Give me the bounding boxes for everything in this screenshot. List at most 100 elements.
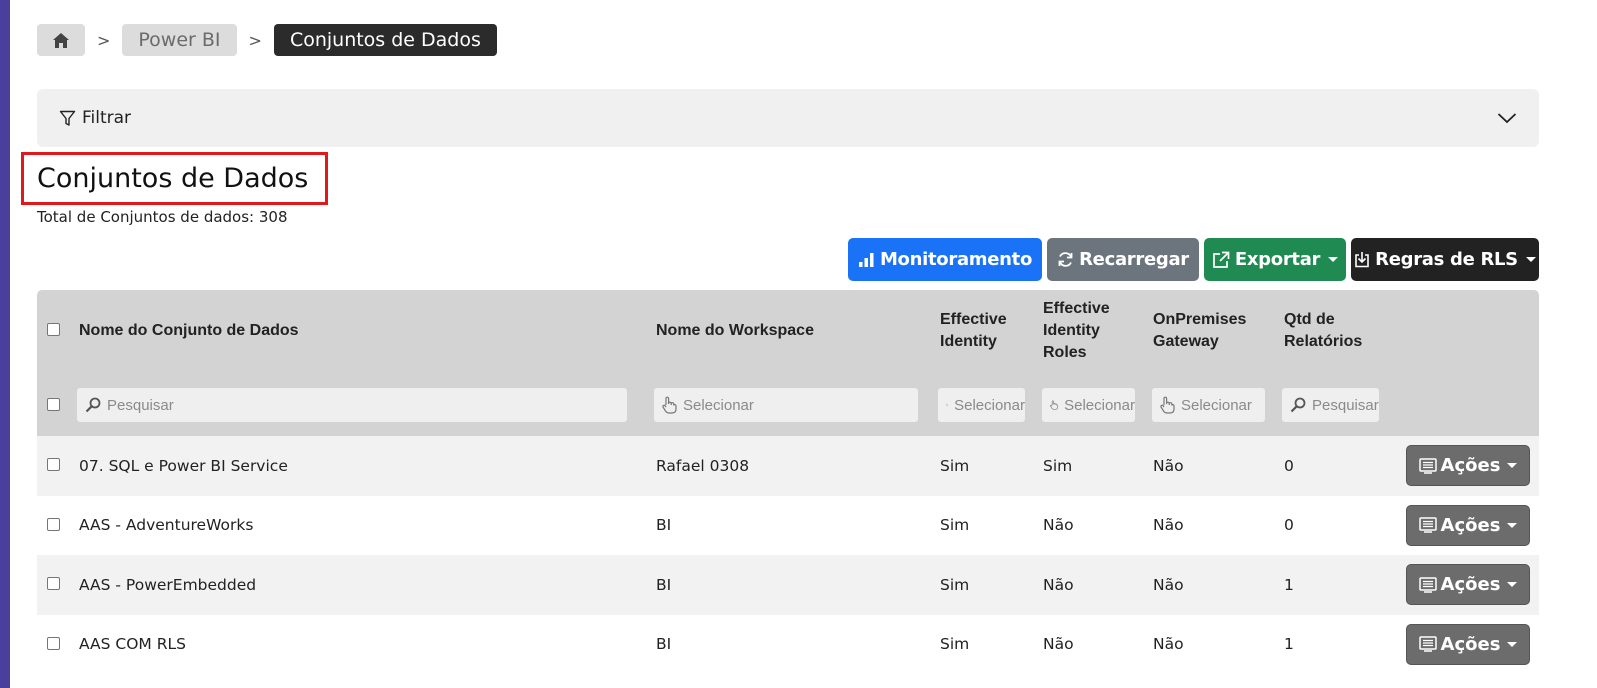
table-row[interactable]: AAS COM RLS BI Sim Não Não 1 Ações bbox=[37, 615, 1539, 675]
cell-effective-identity-roles: Não bbox=[1043, 635, 1074, 654]
caret-down-icon bbox=[1525, 257, 1536, 262]
cell-workspace: BI bbox=[656, 635, 672, 654]
select-eir-placeholder: Selecionar bbox=[1064, 396, 1135, 414]
cell-workspace: BI bbox=[656, 516, 672, 535]
breadcrumb-separator: > bbox=[97, 30, 111, 50]
acoes-label: Ações bbox=[1440, 455, 1501, 476]
header-onpremises-gateway[interactable]: OnPremises Gateway bbox=[1153, 309, 1263, 353]
cell-effective-identity-roles: Sim bbox=[1043, 456, 1073, 475]
recarregar-button[interactable]: Recarregar bbox=[1047, 238, 1199, 281]
cell-effective-identity: Sim bbox=[940, 635, 970, 654]
list-card-icon bbox=[1418, 576, 1437, 593]
cell-onpremises-gateway: Não bbox=[1153, 575, 1184, 594]
select-workspace-placeholder: Selecionar bbox=[683, 396, 754, 414]
select-workspace-input[interactable]: Selecionar bbox=[654, 388, 918, 422]
select-effective-identity-roles-input[interactable]: Selecionar bbox=[1042, 388, 1135, 422]
header-qtd-relatorios[interactable]: Qtd de Relatórios bbox=[1284, 309, 1384, 353]
breadcrumb-separator: > bbox=[248, 30, 262, 50]
breadcrumb-current: Conjuntos de Dados bbox=[273, 24, 497, 56]
recarregar-label: Recarregar bbox=[1079, 249, 1189, 270]
table-body: 07. SQL e Power BI Service Rafael 0308 S… bbox=[37, 436, 1539, 674]
refresh-icon bbox=[1058, 252, 1073, 267]
cell-workspace: Rafael 0308 bbox=[656, 456, 750, 475]
select-ei-placeholder: Selecionar bbox=[954, 396, 1025, 414]
caret-down-icon bbox=[1507, 641, 1518, 647]
regras-rls-label: Regras de RLS bbox=[1375, 249, 1518, 270]
row-checkbox[interactable] bbox=[47, 517, 60, 531]
filter-label: Filtrar bbox=[82, 108, 132, 128]
search-icon bbox=[1290, 397, 1306, 413]
search-icon bbox=[85, 397, 101, 413]
cell-onpremises-gateway: Não bbox=[1153, 635, 1184, 654]
filter-row-checkbox[interactable] bbox=[47, 398, 60, 411]
acoes-button[interactable]: Ações bbox=[1406, 623, 1530, 665]
hand-pointer-icon bbox=[1160, 396, 1175, 414]
acoes-button[interactable]: Ações bbox=[1406, 445, 1530, 486]
filter-panel[interactable]: Filtrar bbox=[37, 89, 1539, 147]
hand-pointer-icon bbox=[662, 396, 677, 414]
cell-nome: AAS - AdventureWorks bbox=[79, 516, 254, 535]
regras-rls-button[interactable]: Regras de RLS bbox=[1351, 238, 1539, 281]
download-icon bbox=[1355, 252, 1369, 268]
cell-qtd-relatorios: 1 bbox=[1284, 575, 1294, 594]
select-onprem-placeholder: Selecionar bbox=[1181, 396, 1252, 414]
external-link-icon bbox=[1213, 251, 1230, 268]
table-row[interactable]: AAS - AdventureWorks BI Sim Não Não 0 Aç… bbox=[37, 496, 1539, 556]
monitoramento-label: Monitoramento bbox=[879, 249, 1033, 270]
header-workspace[interactable]: Nome do Workspace bbox=[656, 320, 814, 342]
page-title: Conjuntos de Dados bbox=[37, 163, 309, 194]
bar-chart-icon bbox=[858, 252, 874, 267]
exportar-button[interactable]: Exportar bbox=[1204, 238, 1346, 281]
header-effective-identity[interactable]: Effective Identity bbox=[940, 309, 1030, 353]
datasets-table: Nome do Conjunto de Dados Nome do Worksp… bbox=[37, 290, 1539, 674]
cell-qtd-relatorios: 0 bbox=[1284, 516, 1294, 535]
exportar-label: Exportar bbox=[1234, 249, 1321, 270]
list-card-icon bbox=[1418, 457, 1437, 474]
cell-nome: 07. SQL e Power BI Service bbox=[79, 456, 288, 475]
cell-effective-identity-roles: Não bbox=[1043, 516, 1074, 535]
select-all-checkbox[interactable] bbox=[47, 323, 60, 336]
select-onpremises-input[interactable]: Selecionar bbox=[1152, 388, 1265, 422]
caret-down-icon bbox=[1507, 522, 1518, 528]
total-count: Total de Conjuntos de dados: 308 bbox=[37, 208, 288, 226]
breadcrumb-power-bi[interactable]: Power BI bbox=[122, 24, 237, 56]
search-nome-input[interactable]: Pesquisar bbox=[77, 388, 627, 422]
acoes-label: Ações bbox=[1440, 574, 1501, 595]
home-icon bbox=[53, 32, 69, 48]
acoes-button[interactable]: Ações bbox=[1406, 564, 1530, 605]
select-effective-identity-input[interactable]: Selecionar bbox=[938, 388, 1025, 422]
row-checkbox[interactable] bbox=[47, 636, 60, 650]
search-nome-placeholder: Pesquisar bbox=[107, 396, 174, 414]
table-header: Nome do Conjunto de Dados Nome do Worksp… bbox=[37, 290, 1539, 436]
hand-pointer-icon bbox=[1050, 400, 1058, 410]
breadcrumb-home[interactable] bbox=[37, 24, 85, 56]
cell-nome: AAS - PowerEmbedded bbox=[79, 575, 257, 594]
cell-onpremises-gateway: Não bbox=[1153, 456, 1184, 475]
cell-workspace: BI bbox=[656, 575, 672, 594]
cell-qtd-relatorios: 0 bbox=[1284, 456, 1294, 475]
list-card-icon bbox=[1418, 517, 1437, 533]
cell-qtd-relatorios: 1 bbox=[1284, 635, 1294, 654]
table-row[interactable]: 07. SQL e Power BI Service Rafael 0308 S… bbox=[37, 436, 1539, 496]
caret-down-icon bbox=[1507, 582, 1518, 587]
row-checkbox[interactable] bbox=[47, 458, 60, 471]
table-row[interactable]: AAS - PowerEmbedded BI Sim Não Não 1 Açõ… bbox=[37, 555, 1539, 615]
search-qtd-placeholder: Pesquisar bbox=[1312, 396, 1379, 414]
cell-effective-identity: Sim bbox=[940, 575, 970, 594]
header-nome[interactable]: Nome do Conjunto de Dados bbox=[79, 320, 299, 342]
hand-pointer-icon bbox=[946, 403, 949, 407]
monitoramento-button[interactable]: Monitoramento bbox=[848, 238, 1042, 281]
chevron-down-icon[interactable] bbox=[1497, 109, 1517, 127]
acoes-label: Ações bbox=[1440, 514, 1501, 536]
acoes-button[interactable]: Ações bbox=[1406, 504, 1530, 546]
left-accent-bar bbox=[0, 0, 10, 688]
filter-icon bbox=[59, 110, 76, 126]
row-checkbox[interactable] bbox=[47, 577, 60, 590]
breadcrumb: > Power BI > Conjuntos de Dados bbox=[37, 24, 497, 56]
header-effective-identity-roles[interactable]: Effective Identity Roles bbox=[1043, 298, 1128, 364]
caret-down-icon bbox=[1507, 463, 1518, 468]
search-qtd-input[interactable]: Pesquisar bbox=[1282, 388, 1379, 422]
cell-effective-identity: Sim bbox=[940, 456, 970, 475]
caret-down-icon bbox=[1328, 257, 1339, 262]
cell-effective-identity: Sim bbox=[940, 516, 970, 535]
